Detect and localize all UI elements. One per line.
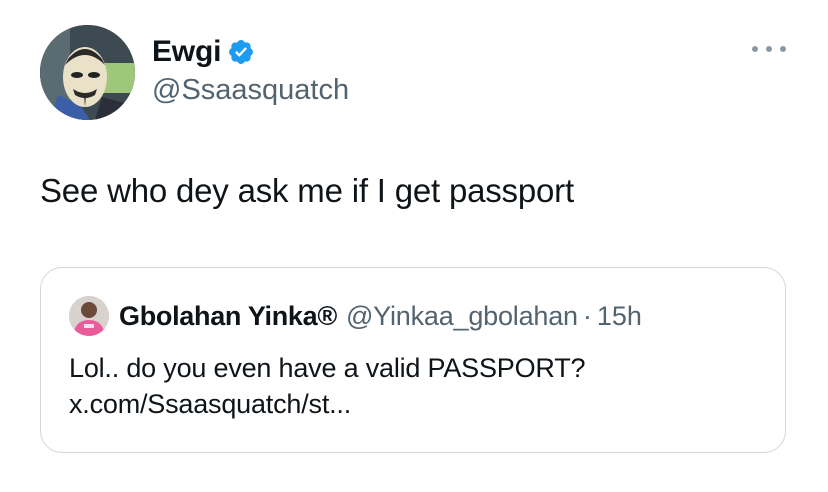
author-block: Ewgi @Ssaasquatch (152, 32, 349, 107)
author-handle[interactable]: @Ssaasquatch (152, 74, 349, 107)
more-options-icon[interactable] (752, 42, 786, 56)
tweet-text: See who dey ask me if I get passport (40, 172, 574, 209)
quoted-tweet-header: Gbolahan Yinka® @Yinkaa_gbolahan · 15h (69, 296, 642, 336)
quoted-author-name: Gbolahan Yinka® (119, 300, 337, 331)
quoted-tweet-time: 15h (596, 300, 642, 331)
quoted-tweet-text: Lol.. do you even have a valid PASSPORT?… (69, 350, 586, 422)
user-avatar-icon (69, 296, 109, 336)
dot (766, 46, 772, 52)
quoted-tweet[interactable]: Gbolahan Yinka® @Yinkaa_gbolahan · 15h L… (40, 267, 786, 453)
quoted-author-handle: @Yinkaa_gbolahan (345, 300, 578, 331)
quoted-author-avatar (69, 296, 109, 336)
dot (752, 46, 758, 52)
dot (780, 46, 786, 52)
mask-avatar-icon (40, 25, 135, 120)
separator-dot: · (582, 300, 592, 331)
author-name-row: Ewgi (152, 32, 349, 72)
tweet: Ewgi @Ssaasquatch See who dey ask me if … (0, 0, 828, 492)
quoted-text-line: Lol.. do you even have a valid PASSPORT? (69, 353, 586, 383)
verified-badge-icon[interactable] (227, 38, 255, 66)
quoted-link-text: x.com/Ssaasquatch/st... (69, 389, 352, 419)
author-display-name[interactable]: Ewgi (152, 35, 221, 69)
author-avatar[interactable] (40, 25, 135, 120)
